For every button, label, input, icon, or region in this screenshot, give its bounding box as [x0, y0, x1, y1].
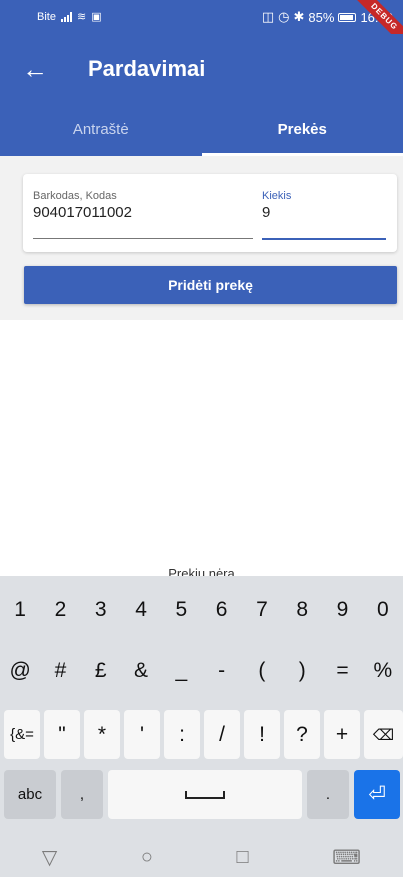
key[interactable]: £: [81, 644, 121, 698]
enter-icon[interactable]: ⏎: [354, 770, 400, 819]
keyboard-row-symbols: @ # £ & _ - ( ) = %: [0, 644, 403, 698]
keyboard-row-bottom: abc , . ⏎: [0, 770, 403, 819]
key[interactable]: (: [242, 644, 282, 698]
tab-header[interactable]: Antraštė: [0, 110, 202, 156]
key[interactable]: 0: [363, 583, 403, 637]
nfc-icon: ◫: [261, 9, 275, 24]
battery-icon: [338, 12, 357, 22]
key-symbol-toggle[interactable]: {&=: [4, 710, 40, 759]
add-product-button[interactable]: Pridėti prekę: [24, 266, 397, 304]
wifi-icon: ≋: [76, 11, 87, 23]
key[interactable]: +: [324, 710, 360, 759]
key[interactable]: :: [164, 710, 200, 759]
home-circle-icon[interactable]: ○: [141, 846, 153, 869]
barcode-field[interactable]: Barkodas, Kodas 904017011002: [33, 190, 253, 239]
back-triangle-icon[interactable]: ▽: [42, 845, 57, 870]
key-abc[interactable]: abc: [4, 770, 56, 819]
recents-square-icon[interactable]: □: [237, 846, 249, 869]
key[interactable]: @: [0, 644, 40, 698]
key[interactable]: ": [44, 710, 80, 759]
barcode-label: Barkodas, Kodas: [33, 190, 117, 202]
page-title: Pardavimai: [88, 56, 206, 81]
key[interactable]: *: [84, 710, 120, 759]
product-list: [0, 320, 403, 576]
backspace-icon[interactable]: ⌫: [364, 710, 403, 759]
key[interactable]: ?: [284, 710, 320, 759]
key[interactable]: !: [244, 710, 280, 759]
key-period[interactable]: .: [307, 770, 349, 819]
key[interactable]: ': [124, 710, 160, 759]
status-left: Bite ≋ ▣: [37, 10, 102, 24]
key[interactable]: 7: [242, 583, 282, 637]
space-key[interactable]: [108, 770, 302, 819]
tab-products[interactable]: Prekės: [201, 110, 403, 156]
barcode-underline: [33, 238, 253, 239]
notification-icon: ▣: [91, 11, 102, 23]
key[interactable]: 2: [40, 583, 80, 637]
key[interactable]: =: [322, 644, 362, 698]
key[interactable]: 8: [282, 583, 322, 637]
battery-percent: 85%: [308, 9, 335, 25]
key[interactable]: ): [282, 644, 322, 698]
quantity-input[interactable]: 9: [262, 204, 386, 221]
status-bar: Bite ≋ ▣ ◫ ◷ ✱ 85% 16:00 DEBUG: [0, 0, 403, 53]
key[interactable]: 9: [322, 583, 362, 637]
key[interactable]: 5: [161, 583, 201, 637]
app-bar: ← Pardavimai: [0, 34, 403, 110]
key[interactable]: &: [121, 644, 161, 698]
key[interactable]: 4: [121, 583, 161, 637]
key[interactable]: #: [40, 644, 80, 698]
quantity-field[interactable]: Kiekis 9: [262, 190, 386, 240]
key[interactable]: 3: [81, 583, 121, 637]
keyboard: 1 2 3 4 5 6 7 8 9 0 @ # £ & _ - ( ) = % …: [0, 576, 403, 837]
key[interactable]: 1: [0, 583, 40, 637]
input-card: Barkodas, Kodas 904017011002 Kiekis 9: [23, 174, 397, 252]
key[interactable]: 6: [201, 583, 241, 637]
back-arrow-icon[interactable]: ←: [22, 54, 52, 84]
key[interactable]: %: [363, 644, 403, 698]
quantity-underline: [262, 238, 386, 240]
bluetooth-icon: ✱: [293, 9, 305, 24]
keyboard-row-more-symbols: {&= " * ' : / ! ? + ⌫: [0, 710, 403, 759]
key[interactable]: _: [161, 644, 201, 698]
alarm-icon: ◷: [278, 9, 290, 24]
tab-bar: Antraštė Prekės: [0, 110, 403, 156]
key-comma[interactable]: ,: [61, 770, 103, 819]
space-icon: [185, 790, 225, 799]
keyboard-row-numbers: 1 2 3 4 5 6 7 8 9 0: [0, 583, 403, 637]
carrier-label: Bite: [37, 10, 56, 23]
keyboard-icon[interactable]: ⌨: [332, 845, 361, 870]
key[interactable]: -: [201, 644, 241, 698]
navigation-bar: ▽ ○ □ ⌨: [0, 837, 403, 877]
quantity-label: Kiekis: [262, 190, 292, 202]
key[interactable]: /: [204, 710, 240, 759]
signal-icon: [60, 11, 72, 22]
barcode-input[interactable]: 904017011002: [33, 204, 253, 221]
